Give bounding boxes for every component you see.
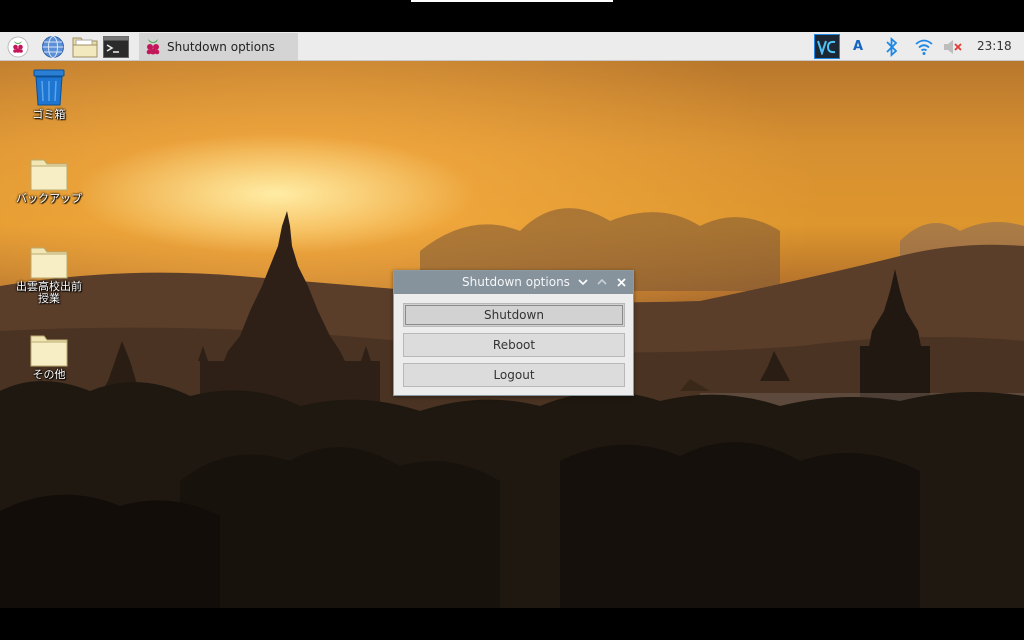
folder-icon bbox=[30, 247, 68, 279]
desktop-icon-backup[interactable]: バックアップ bbox=[4, 157, 94, 205]
keyboard-layout-button[interactable]: A bbox=[848, 34, 868, 59]
bluetooth-icon bbox=[886, 36, 898, 57]
dialog-title: Shutdown options bbox=[462, 275, 570, 289]
taskbar: Shutdown options VNC A bbox=[0, 32, 1024, 61]
volume-muted-icon bbox=[944, 39, 962, 54]
desktop-icon-izumo-lesson[interactable]: 出雲高校出前 授業 bbox=[4, 245, 94, 305]
reboot-button[interactable]: Reboot bbox=[403, 333, 625, 357]
folder-icon bbox=[30, 159, 68, 191]
chevron-up-icon bbox=[597, 278, 607, 285]
task-label: Shutdown options bbox=[167, 39, 275, 54]
dialog-titlebar[interactable]: Shutdown options bbox=[394, 271, 633, 294]
raspberry-menu-icon bbox=[7, 36, 29, 57]
screen: ゴミ箱 バックアップ 出雲高校出前 授業 その他 Shutdown option… bbox=[0, 0, 1024, 640]
desktop-icon-trash[interactable]: ゴミ箱 bbox=[4, 67, 94, 121]
raspberry-icon bbox=[146, 38, 160, 54]
desktop-icon-label: ゴミ箱 bbox=[32, 108, 66, 121]
shutdown-options-dialog: Shutdown options Shutdown Reboot Logout bbox=[393, 270, 634, 396]
clock[interactable]: 23:18 bbox=[977, 39, 1012, 53]
minimize-button[interactable] bbox=[577, 276, 589, 288]
chevron-down-icon bbox=[578, 279, 588, 286]
terminal-icon bbox=[103, 35, 129, 58]
shutdown-button[interactable]: Shutdown bbox=[403, 303, 625, 327]
wifi-button[interactable] bbox=[912, 34, 936, 59]
desktop-icon-label: その他 bbox=[32, 368, 66, 381]
desktop-icon-other[interactable]: その他 bbox=[4, 333, 94, 381]
keyboard-layout-label: A bbox=[852, 39, 864, 54]
terminal-button[interactable] bbox=[102, 34, 130, 59]
desktop-icon-label: バックアップ bbox=[16, 192, 82, 205]
logout-button[interactable]: Logout bbox=[403, 363, 625, 387]
bluetooth-button[interactable] bbox=[882, 34, 902, 59]
file-manager-button[interactable] bbox=[71, 34, 99, 59]
wifi-icon bbox=[915, 39, 933, 55]
close-button[interactable] bbox=[615, 276, 627, 288]
file-manager-icon bbox=[72, 37, 98, 57]
web-browser-button[interactable] bbox=[40, 34, 66, 59]
web-browser-icon bbox=[42, 35, 64, 58]
trash-icon bbox=[33, 69, 65, 106]
volume-button[interactable] bbox=[942, 34, 964, 59]
top-strip bbox=[411, 0, 613, 2]
vnc-icon: VNC bbox=[814, 34, 840, 59]
folder-icon bbox=[30, 335, 68, 367]
maximize-button[interactable] bbox=[596, 276, 608, 288]
raspberry-menu-button[interactable] bbox=[5, 34, 31, 59]
task-shutdown-options[interactable]: Shutdown options bbox=[139, 33, 298, 60]
desktop-icon-label: 出雲高校出前 授業 bbox=[16, 280, 82, 305]
close-icon bbox=[616, 277, 626, 287]
vnc-tray-button[interactable]: VNC bbox=[813, 33, 841, 60]
